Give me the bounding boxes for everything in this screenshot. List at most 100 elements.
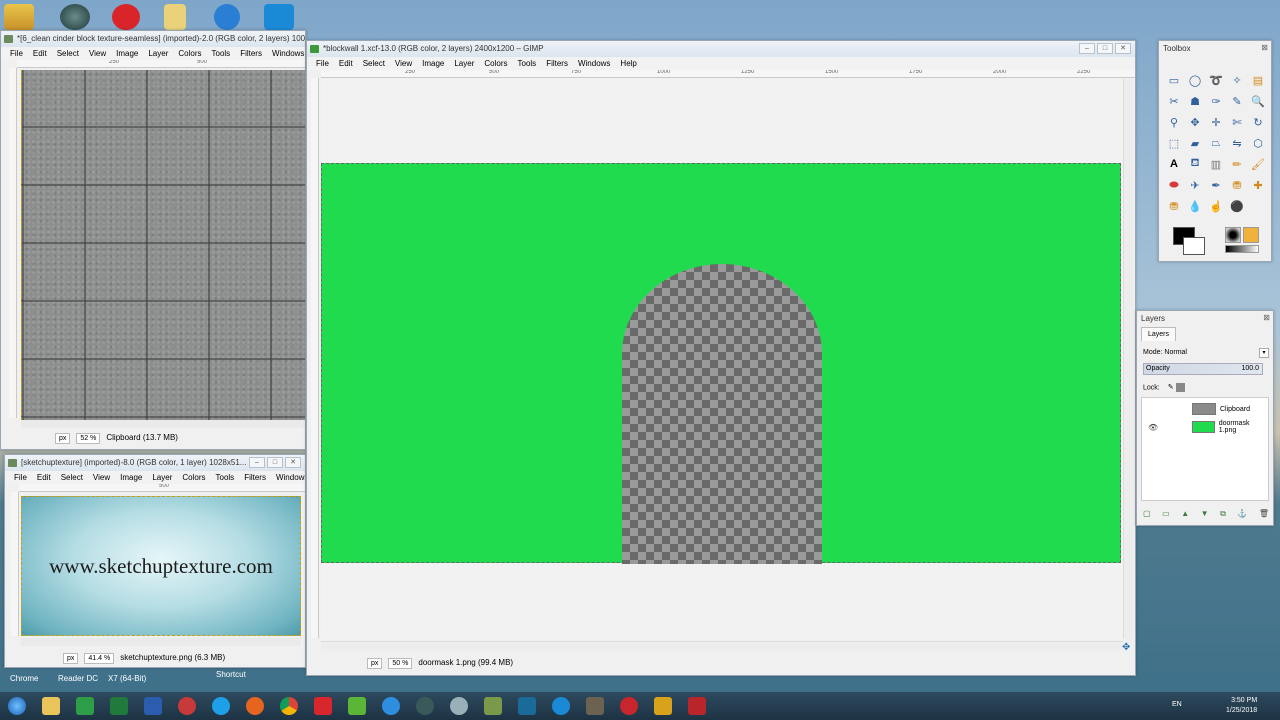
paintbrush-icon[interactable]: 🖌 [1249, 155, 1267, 173]
clock[interactable]: 3:50 PM 1/25/2018 [1226, 696, 1257, 716]
menu-tools[interactable]: Tools [211, 471, 240, 484]
gradient-preview[interactable] [1225, 245, 1259, 253]
unit-select[interactable]: px [55, 432, 71, 444]
perspective-clone-icon[interactable]: ⛃ [1165, 197, 1183, 215]
menu-help[interactable]: Help [615, 57, 641, 70]
minimize-button[interactable]: – [249, 457, 265, 468]
scrollbar-horizontal[interactable] [21, 638, 301, 646]
scrollbar-vertical[interactable] [1123, 79, 1133, 639]
zoom-select[interactable]: 52 % [76, 432, 101, 444]
fuzzy-select-icon[interactable]: ✧ [1228, 71, 1246, 89]
dodge-icon[interactable]: ⚫ [1228, 197, 1246, 215]
menu-layer[interactable]: Layer [449, 57, 479, 70]
move-icon[interactable]: ✥ [1186, 113, 1204, 131]
lock-alpha-icon[interactable] [1175, 383, 1185, 392]
image-window-sketchuptexture[interactable]: [sketchuptexture] (imported)-8.0 (RGB co… [4, 454, 306, 668]
unit-select[interactable]: px [367, 657, 383, 669]
text-icon[interactable]: A [1165, 155, 1183, 173]
menu-filters[interactable]: Filters [239, 471, 271, 484]
app-icon[interactable] [476, 693, 510, 719]
menu-tools[interactable]: Tools [207, 47, 236, 60]
horizontal-ruler[interactable]: 250 500 [17, 60, 305, 68]
toolbox-window[interactable]: Toolbox ⊠ ▭ ◯ ➰ ✧ ▤ ✂ ☗ ✑ ✎ 🔍 ⚲ ✥ ✛ ✄ ↻ … [1158, 40, 1272, 262]
vertical-ruler[interactable] [311, 78, 319, 638]
menu-colors[interactable]: Colors [177, 471, 210, 484]
pattern-preview[interactable] [1243, 227, 1259, 243]
desktop-icon-app[interactable] [60, 4, 90, 30]
eye-icon[interactable]: 👁 [1148, 423, 1158, 432]
word-icon[interactable] [136, 693, 170, 719]
vertical-ruler[interactable] [9, 68, 17, 418]
menu-tools[interactable]: Tools [513, 57, 542, 70]
blur-icon[interactable]: 💧 [1186, 197, 1204, 215]
app-icon[interactable] [340, 693, 374, 719]
menu-file[interactable]: File [311, 57, 334, 70]
background-color-swatch[interactable] [1183, 237, 1205, 255]
app-icon[interactable] [680, 693, 714, 719]
menu-colors[interactable]: Colors [479, 57, 512, 70]
close-icon[interactable]: ⊠ [1261, 43, 1268, 52]
color-select-icon[interactable]: ▤ [1249, 71, 1267, 89]
ink-icon[interactable]: ✒ [1207, 176, 1225, 194]
smudge-icon[interactable]: ☝ [1207, 197, 1225, 215]
airbrush-icon[interactable]: ✈ [1186, 176, 1204, 194]
desktop-label-chrome[interactable]: Chrome [10, 674, 38, 683]
raise-layer-icon[interactable]: ▲ [1181, 509, 1189, 519]
rect-select-icon[interactable]: ▭ [1165, 71, 1183, 89]
flip-icon[interactable]: ⇋ [1228, 134, 1246, 152]
scissors-icon[interactable]: ✂ [1165, 92, 1183, 110]
brush-preview[interactable] [1225, 227, 1241, 243]
menu-file[interactable]: File [5, 47, 28, 60]
tab-layers[interactable]: Layers [1141, 327, 1177, 341]
vertical-ruler[interactable] [11, 492, 19, 636]
anchor-layer-icon[interactable]: ⚓ [1237, 509, 1247, 519]
layer-item-doormask[interactable]: 👁 doormask 1.png [1144, 418, 1266, 436]
scale-icon[interactable]: ⬚ [1165, 134, 1183, 152]
lock-pixels-icon[interactable]: ✎ [1168, 384, 1174, 391]
gimp-icon[interactable] [578, 693, 612, 719]
scrollbar-horizontal[interactable] [21, 420, 305, 428]
menu-windows[interactable]: Windows [573, 57, 615, 70]
layers-dock[interactable]: Layers ⊠ Layers Mode: Normal ▾ Opacity 1… [1136, 310, 1274, 526]
start-button[interactable] [0, 693, 34, 719]
menu-filters[interactable]: Filters [541, 57, 573, 70]
menu-edit[interactable]: Edit [334, 57, 358, 70]
canvas-green-layer[interactable] [321, 163, 1121, 564]
language-indicator[interactable]: EN [1172, 701, 1182, 708]
app-red-icon[interactable] [170, 693, 204, 719]
mode-value[interactable]: Normal [1164, 349, 1187, 356]
canvas-cinder-block-texture[interactable] [21, 70, 305, 420]
foreground-select-icon[interactable]: ☗ [1186, 92, 1204, 110]
window-titlebar[interactable]: *[6_clean cinder block texture-seamless]… [1, 31, 305, 47]
eraser-icon[interactable]: ⬬ [1165, 176, 1183, 194]
excel-icon[interactable] [102, 693, 136, 719]
close-button[interactable]: ✕ [285, 457, 301, 468]
desktop-label-reader[interactable]: Reader DC [58, 674, 98, 683]
perspective-icon[interactable]: ⏢ [1207, 134, 1225, 152]
explorer-icon[interactable] [34, 693, 68, 719]
menu-select[interactable]: Select [52, 47, 84, 60]
app-icon[interactable] [544, 693, 578, 719]
color-picker-icon[interactable]: ✎ [1228, 92, 1246, 110]
maximize-button[interactable]: □ [1097, 43, 1113, 54]
menu-edit[interactable]: Edit [28, 47, 52, 60]
chrome-icon[interactable] [272, 693, 306, 719]
shear-icon[interactable]: ▰ [1186, 134, 1204, 152]
pencil-icon[interactable]: ✏ [1228, 155, 1246, 173]
menu-view[interactable]: View [88, 471, 115, 484]
delete-layer-icon[interactable]: 🗑 [1259, 509, 1269, 519]
desktop-icon-camera[interactable] [264, 4, 294, 30]
layer-item-clipboard[interactable]: Clipboard [1144, 400, 1266, 418]
zoom-select[interactable]: 50 % [388, 657, 413, 669]
menu-select[interactable]: Select [56, 471, 88, 484]
menu-file[interactable]: File [9, 471, 32, 484]
menu-view[interactable]: View [84, 47, 111, 60]
close-button[interactable]: ✕ [1115, 43, 1131, 54]
desktop-icon-bluetooth[interactable] [214, 4, 240, 30]
crop-icon[interactable]: ✄ [1228, 113, 1246, 131]
app-icon[interactable] [510, 693, 544, 719]
lasso-icon[interactable]: ➰ [1207, 71, 1225, 89]
close-icon[interactable]: ⊠ [1263, 313, 1270, 322]
menu-windows[interactable]: Windows [267, 47, 305, 60]
zoom-icon[interactable]: 🔍 [1249, 92, 1267, 110]
